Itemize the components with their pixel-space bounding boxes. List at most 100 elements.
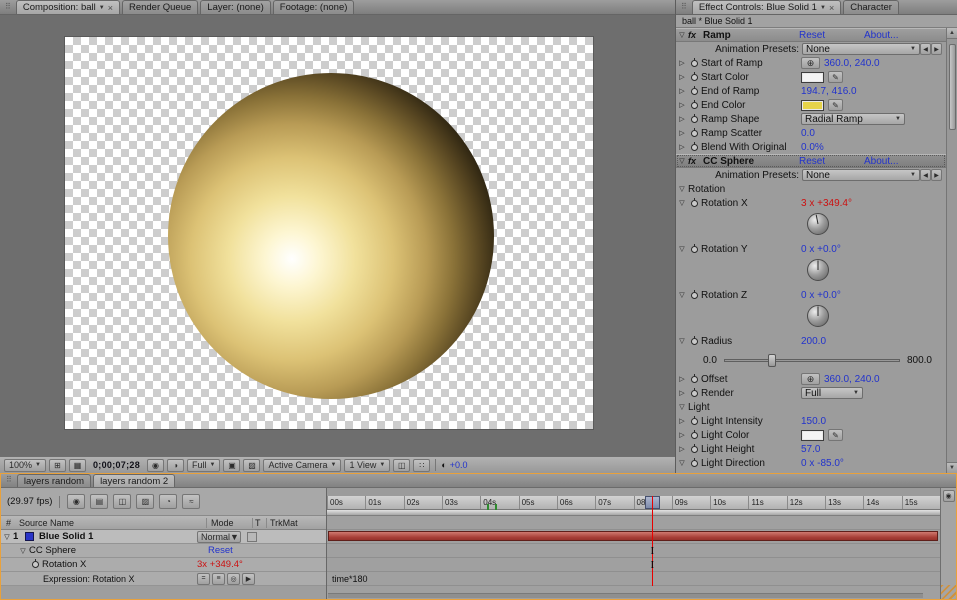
resolution-select[interactable]: Full ▼ [187,459,220,472]
camera-view-select[interactable]: Active Camera ▼ [263,459,341,472]
rotation-dial[interactable] [806,212,830,236]
collapse-icon[interactable]: ▽ [676,199,688,207]
comp-marker-bin-button[interactable]: ◉ [943,490,955,502]
tab-effect-controls[interactable]: Effect Controls: Blue Solid 1 ▼ × [692,0,841,14]
expand-icon[interactable]: ▷ [676,129,688,137]
point-picker-button[interactable]: ⊕ [801,57,820,69]
stopwatch-icon[interactable] [29,561,42,568]
expand-icon[interactable]: ▷ [676,431,688,439]
column-mode[interactable]: Mode [206,518,252,528]
expand-icon[interactable]: ▷ [676,59,688,67]
expand-icon[interactable]: ▷ [676,101,688,109]
expand-icon[interactable]: ▷ [676,115,688,123]
expression-track-row[interactable]: time*180 [327,572,940,586]
slider-thumb[interactable] [768,354,776,367]
stopwatch-icon[interactable] [688,88,701,95]
stopwatch-icon[interactable] [688,116,701,123]
collapse-icon[interactable]: ▽ [676,245,688,253]
composition-view[interactable] [64,36,594,430]
tab-layer[interactable]: Layer: (none) [200,0,271,14]
property-value[interactable]: 150.0 [801,416,826,427]
column-t[interactable]: T [252,518,266,528]
effect-header-ramp[interactable]: ▽ fx Ramp Reset About... [676,28,946,42]
column-source-name[interactable]: Source Name [19,518,206,528]
effect-row[interactable]: ▽ CC Sphere Reset [1,544,326,558]
tab-character[interactable]: Character [843,0,899,14]
collapse-icon[interactable]: ▽ [676,31,688,39]
panel-grip-icon[interactable]: ⠿ [2,2,14,13]
stopwatch-icon[interactable] [688,130,701,137]
frame-blend-button[interactable]: ▨ [136,494,154,509]
scroll-down-icon[interactable]: ▼ [947,462,957,473]
stopwatch-icon[interactable] [688,74,701,81]
tab-composition[interactable]: Composition: ball ▼ × [16,0,120,14]
expand-icon[interactable]: ▷ [676,445,688,453]
motion-blur-button[interactable]: ◔ [159,494,177,509]
graph-editor-button[interactable]: ≈ [182,494,200,509]
panel-grip-icon[interactable]: ⠿ [678,2,690,13]
stopwatch-icon[interactable] [688,338,701,345]
reset-link[interactable]: Reset [799,30,864,41]
live-update-button[interactable]: ◉ [67,494,85,509]
expression-pickwhip-button[interactable]: ◎ [227,573,240,585]
close-icon[interactable]: × [829,3,834,13]
horizontal-scrollbar[interactable] [328,593,923,598]
ramp-shape-select[interactable]: Radial Ramp ▼ [801,113,905,125]
roi-button[interactable]: ▣ [223,459,240,472]
reset-link[interactable]: Reset [208,545,233,556]
stopwatch-icon[interactable] [688,432,701,439]
property-value[interactable]: 194.7, 416.0 [801,86,857,97]
radius-slider[interactable] [724,359,900,362]
stopwatch-icon[interactable] [688,446,701,453]
expression-enable-button[interactable]: = [197,573,210,585]
expand-icon[interactable]: ▷ [676,375,688,383]
property-value[interactable]: 360.0, 240.0 [824,58,880,69]
stopwatch-icon[interactable] [688,418,701,425]
effect-header-cc-sphere[interactable]: ▽ fx CC Sphere Reset About... [676,154,946,168]
property-value[interactable]: 0 x +0.0° [801,244,841,255]
scroll-up-icon[interactable]: ▲ [947,28,957,39]
rotation-x-row[interactable]: Rotation X 3x +349.4° [1,558,326,572]
panel-menu-icon[interactable]: ▼ [99,5,105,11]
about-link[interactable]: About... [864,30,898,41]
shy-layers-button[interactable]: ◫ [113,494,131,509]
close-icon[interactable]: × [108,3,113,13]
previous-preset-button[interactable]: ◀ [920,43,931,55]
zoom-select[interactable]: 100% ▼ [4,459,46,472]
collapse-icon[interactable]: ▽ [676,459,688,467]
group-row-rotation[interactable]: ▽ Rotation [676,182,946,196]
rotation-dial[interactable] [806,304,830,328]
property-value[interactable]: 3x +349.4° [197,559,243,570]
layer-name[interactable]: Blue Solid 1 [39,531,197,542]
timeline-track-area[interactable]: 00s01s02s03s04s05s06s07s08s09s10s11s12s1… [327,488,940,599]
keyframe-marker[interactable] [487,504,489,510]
collapse-icon[interactable]: ▽ [1,533,13,541]
panel-menu-icon[interactable]: ▼ [820,5,826,11]
composition-viewer[interactable] [0,15,675,456]
property-value[interactable]: 360.0, 240.0 [824,374,880,385]
point-picker-button[interactable]: ⊕ [801,373,820,385]
expand-icon[interactable]: ▷ [676,87,688,95]
property-value[interactable]: 0.0% [801,142,824,153]
next-preset-button[interactable]: ▶ [931,43,942,55]
current-time-display[interactable]: 0;00;07;28 [89,460,144,470]
property-value[interactable]: 3 x +349.4° [801,198,852,209]
previous-preset-button[interactable]: ◀ [920,169,931,181]
render-select[interactable]: Full ▼ [801,387,863,399]
draft-3d-button[interactable]: ▤ [90,494,108,509]
collapse-icon[interactable]: ▽ [17,547,29,555]
grid-button[interactable]: ▦ [69,459,86,472]
collapse-icon[interactable]: ▽ [676,157,688,165]
property-value[interactable]: 0.0 [801,128,815,139]
panel-grip-icon[interactable]: ⠿ [3,475,15,486]
effect-track-row[interactable] [327,544,940,558]
rotation-dial[interactable] [806,258,830,282]
stopwatch-icon[interactable] [688,376,701,383]
current-time-indicator-line[interactable] [652,496,653,586]
tab-render-queue[interactable]: Render Queue [122,0,198,14]
stopwatch-icon[interactable] [688,144,701,151]
about-link[interactable]: About... [864,156,898,167]
expression-language-menu-button[interactable]: ▶ [242,573,255,585]
time-ruler[interactable]: 00s01s02s03s04s05s06s07s08s09s10s11s12s1… [327,496,940,510]
animation-presets-select[interactable]: None ▼ [802,43,920,55]
